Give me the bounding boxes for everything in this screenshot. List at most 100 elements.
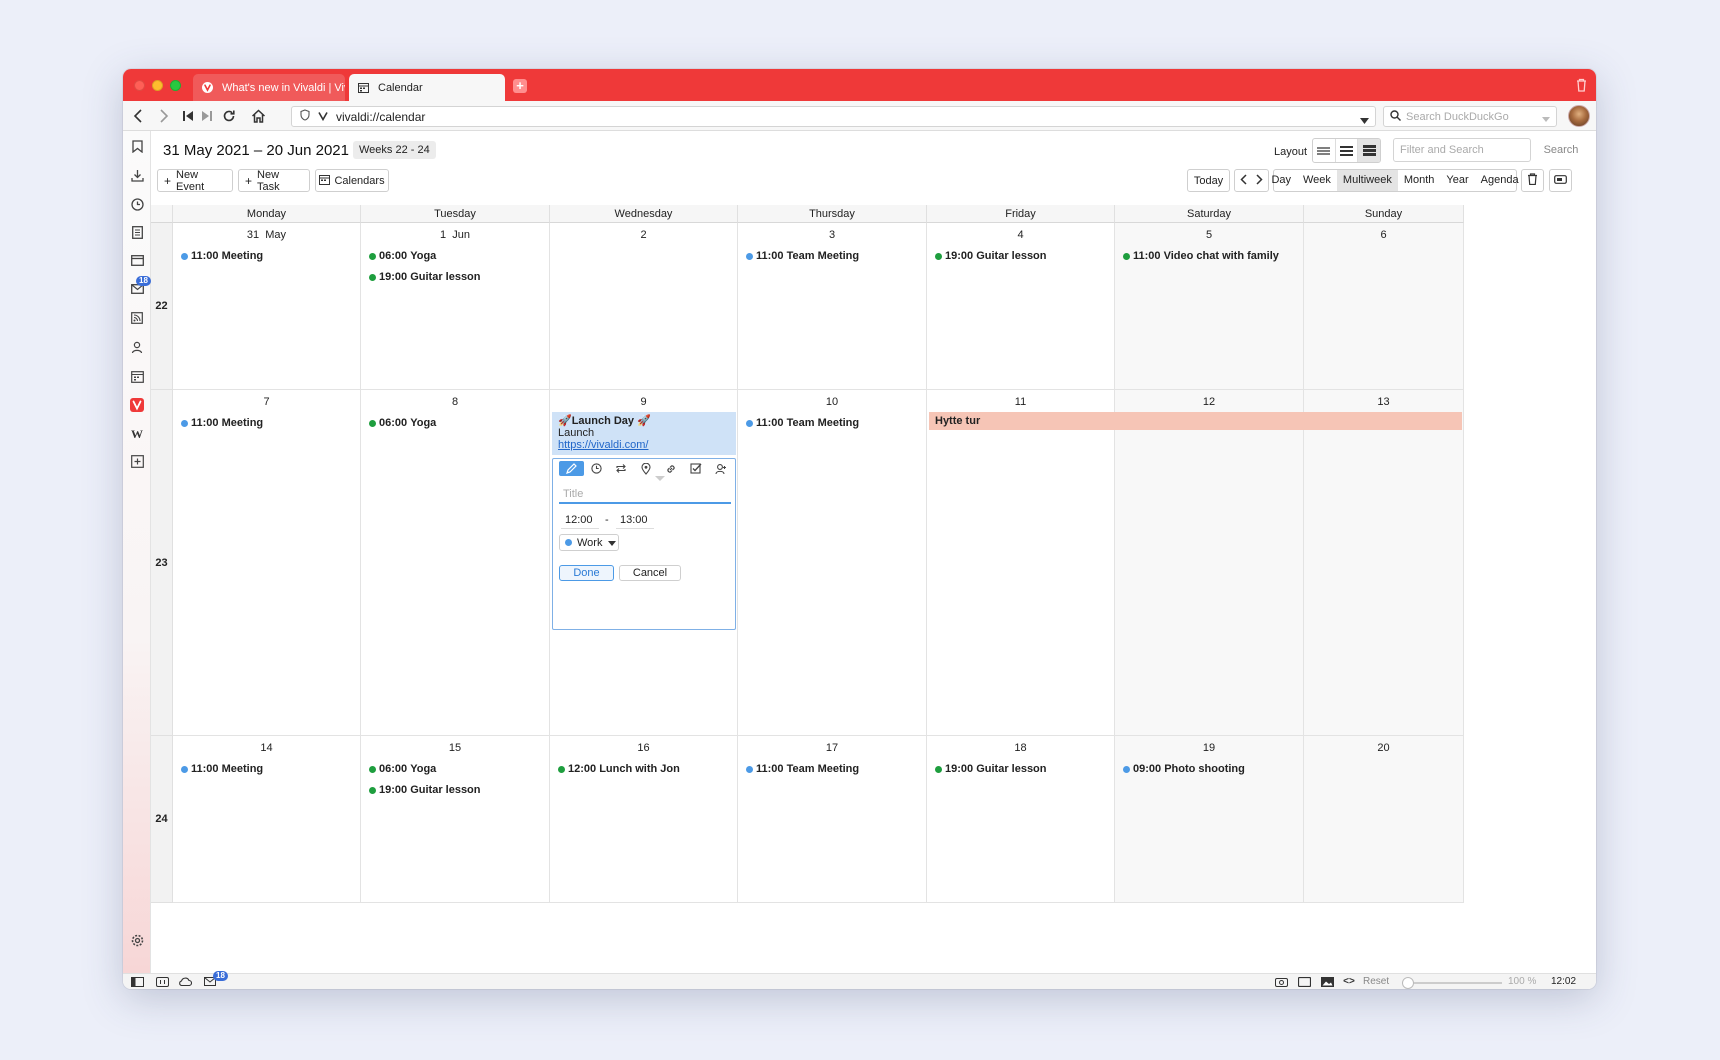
reload-icon[interactable] xyxy=(220,107,238,125)
calendar-event[interactable]: 11:00 Meeting xyxy=(181,250,263,262)
chevron-down-icon[interactable] xyxy=(1542,113,1550,125)
day-cell[interactable]: 7 11:00 Meeting xyxy=(173,390,361,736)
day-cell[interactable]: 14 11:00 Meeting xyxy=(173,736,361,903)
bookmark-icon[interactable] xyxy=(130,139,144,153)
start-time-field[interactable]: 12:00 xyxy=(561,511,599,529)
closed-tabs-trash-icon[interactable] xyxy=(1575,78,1588,92)
calendar-event[interactable]: 19:00 Guitar lesson xyxy=(369,271,481,283)
day-cell[interactable]: 1 Jun 06:00 Yoga 19:00 Guitar lesson xyxy=(361,223,550,390)
calendar-event[interactable]: 11:00 Video chat with family xyxy=(1123,250,1279,262)
done-button[interactable]: Done xyxy=(559,565,614,581)
rewind-icon[interactable] xyxy=(179,107,197,125)
invite-icon[interactable] xyxy=(708,461,733,476)
day-cell[interactable]: 6 xyxy=(1304,223,1464,390)
view-day[interactable]: Day xyxy=(1265,170,1297,191)
minimize-window-button[interactable] xyxy=(152,80,163,91)
notes-icon[interactable] xyxy=(130,225,144,239)
date-range-title[interactable]: 31 May 2021 – 20 Jun 2021 xyxy=(163,142,368,159)
day-cell[interactable]: 18 19:00 Guitar lesson xyxy=(927,736,1115,903)
code-icon[interactable]: <> xyxy=(1342,976,1356,987)
maximize-window-button[interactable] xyxy=(170,80,181,91)
view-month[interactable]: Month xyxy=(1398,170,1441,191)
end-time-field[interactable]: 13:00 xyxy=(616,511,654,529)
address-field[interactable]: vivaldi://calendar xyxy=(291,106,1376,127)
tab-whats-new[interactable]: What's new in Vivaldi | Viv xyxy=(193,74,345,101)
sync-cloud-icon[interactable] xyxy=(178,976,192,987)
image-icon[interactable] xyxy=(1320,976,1334,987)
back-icon[interactable] xyxy=(129,107,147,125)
layout-wide-icon[interactable] xyxy=(1358,139,1380,162)
forward-icon[interactable] xyxy=(155,107,173,125)
day-cell[interactable]: 16 12:00 Lunch with Jon xyxy=(550,736,738,903)
delete-button[interactable] xyxy=(1521,169,1544,192)
calendar-event[interactable]: 11:00 Team Meeting xyxy=(746,250,859,262)
day-cell[interactable]: 9 🚀Launch Day 🚀 Launch https://vivaldi.com/… xyxy=(550,390,738,736)
calendar-event[interactable]: 11:00 Meeting xyxy=(181,417,263,429)
day-cell[interactable]: 12 xyxy=(1115,390,1304,736)
calendars-button[interactable]: Calendars xyxy=(315,169,389,192)
day-cell[interactable]: 3 11:00 Team Meeting xyxy=(738,223,927,390)
web-search-field[interactable]: Search DuckDuckGo xyxy=(1383,106,1557,127)
day-cell[interactable]: 13 xyxy=(1304,390,1464,736)
zoom-slider-thumb[interactable] xyxy=(1402,977,1414,989)
day-cell[interactable]: 2 xyxy=(550,223,738,390)
cancel-button[interactable]: Cancel xyxy=(619,565,681,581)
wikipedia-icon[interactable]: W xyxy=(130,427,144,441)
filter-search-input[interactable]: Filter and Search xyxy=(1393,138,1531,162)
new-event-button[interactable]: + New Event xyxy=(157,169,233,193)
calendar-panel-icon[interactable] xyxy=(130,369,144,383)
window-panel-icon[interactable] xyxy=(130,253,144,267)
camera-capture-icon[interactable] xyxy=(1274,976,1288,987)
calendar-event[interactable]: 19:00 Guitar lesson xyxy=(369,784,481,796)
calendar-event[interactable]: 12:00 Lunch with Jon xyxy=(558,763,680,775)
view-year[interactable]: Year xyxy=(1440,170,1474,191)
calendar-event[interactable]: 19:00 Guitar lesson xyxy=(935,763,1047,775)
panel-toggle-icon[interactable] xyxy=(130,976,144,987)
new-tab-button[interactable]: + xyxy=(513,79,527,93)
calendar-event[interactable]: 06:00 Yoga xyxy=(369,763,436,775)
day-cell[interactable]: 8 06:00 Yoga xyxy=(361,390,550,736)
calendar-event[interactable]: 19:00 Guitar lesson xyxy=(935,250,1047,262)
download-icon[interactable] xyxy=(130,168,144,182)
pencil-icon[interactable] xyxy=(559,461,584,476)
repeat-icon[interactable] xyxy=(609,461,634,476)
clock-icon[interactable] xyxy=(584,461,609,476)
settings-gear-icon[interactable] xyxy=(130,933,144,947)
new-task-button[interactable]: + New Task xyxy=(238,169,310,193)
day-cell[interactable]: 20 xyxy=(1304,736,1464,903)
toggle-panel-button[interactable] xyxy=(1549,169,1572,192)
next-period-icon[interactable] xyxy=(1256,173,1263,188)
day-cell[interactable]: 11 xyxy=(927,390,1115,736)
view-week[interactable]: Week xyxy=(1297,170,1337,191)
task-check-icon[interactable] xyxy=(683,461,708,476)
calendar-event[interactable]: 06:00 Yoga xyxy=(369,250,436,262)
layout-normal-icon[interactable] xyxy=(1336,139,1359,162)
tab-calendar[interactable]: Calendar xyxy=(349,74,505,101)
contacts-icon[interactable] xyxy=(130,340,144,354)
calendar-event[interactable]: 09:00 Photo shooting xyxy=(1123,763,1245,775)
day-cell[interactable]: 19 09:00 Photo shooting xyxy=(1115,736,1304,903)
day-cell[interactable]: 15 06:00 Yoga 19:00 Guitar lesson xyxy=(361,736,550,903)
history-icon[interactable] xyxy=(130,197,144,211)
home-icon[interactable] xyxy=(249,107,267,125)
event-title-input[interactable]: Title xyxy=(559,484,731,504)
day-cell[interactable]: 17 11:00 Team Meeting xyxy=(738,736,927,903)
shield-icon[interactable] xyxy=(300,109,310,124)
profile-avatar[interactable] xyxy=(1568,105,1590,127)
location-pin-icon[interactable] xyxy=(634,461,659,476)
close-window-button[interactable] xyxy=(134,80,145,91)
view-multiweek[interactable]: Multiweek xyxy=(1336,170,1398,191)
calendar-event[interactable]: 11:00 Meeting xyxy=(181,763,263,775)
calendar-event[interactable]: 11:00 Team Meeting xyxy=(746,763,859,775)
day-cell[interactable]: 4 19:00 Guitar lesson xyxy=(927,223,1115,390)
calendar-event[interactable]: 11:00 Team Meeting xyxy=(746,417,859,429)
add-panel-icon[interactable] xyxy=(130,454,144,468)
view-agenda[interactable]: Agenda xyxy=(1475,170,1525,191)
search-button[interactable]: Search xyxy=(1537,138,1585,162)
day-cell[interactable]: 5 11:00 Video chat with family xyxy=(1115,223,1304,390)
chevron-down-icon[interactable] xyxy=(1360,113,1369,127)
fast-forward-icon[interactable] xyxy=(198,107,216,125)
feeds-icon[interactable] xyxy=(130,311,144,325)
today-button[interactable]: Today xyxy=(1187,169,1230,192)
launch-day-event[interactable]: 🚀Launch Day 🚀 Launch https://vivaldi.com/ xyxy=(552,412,736,455)
